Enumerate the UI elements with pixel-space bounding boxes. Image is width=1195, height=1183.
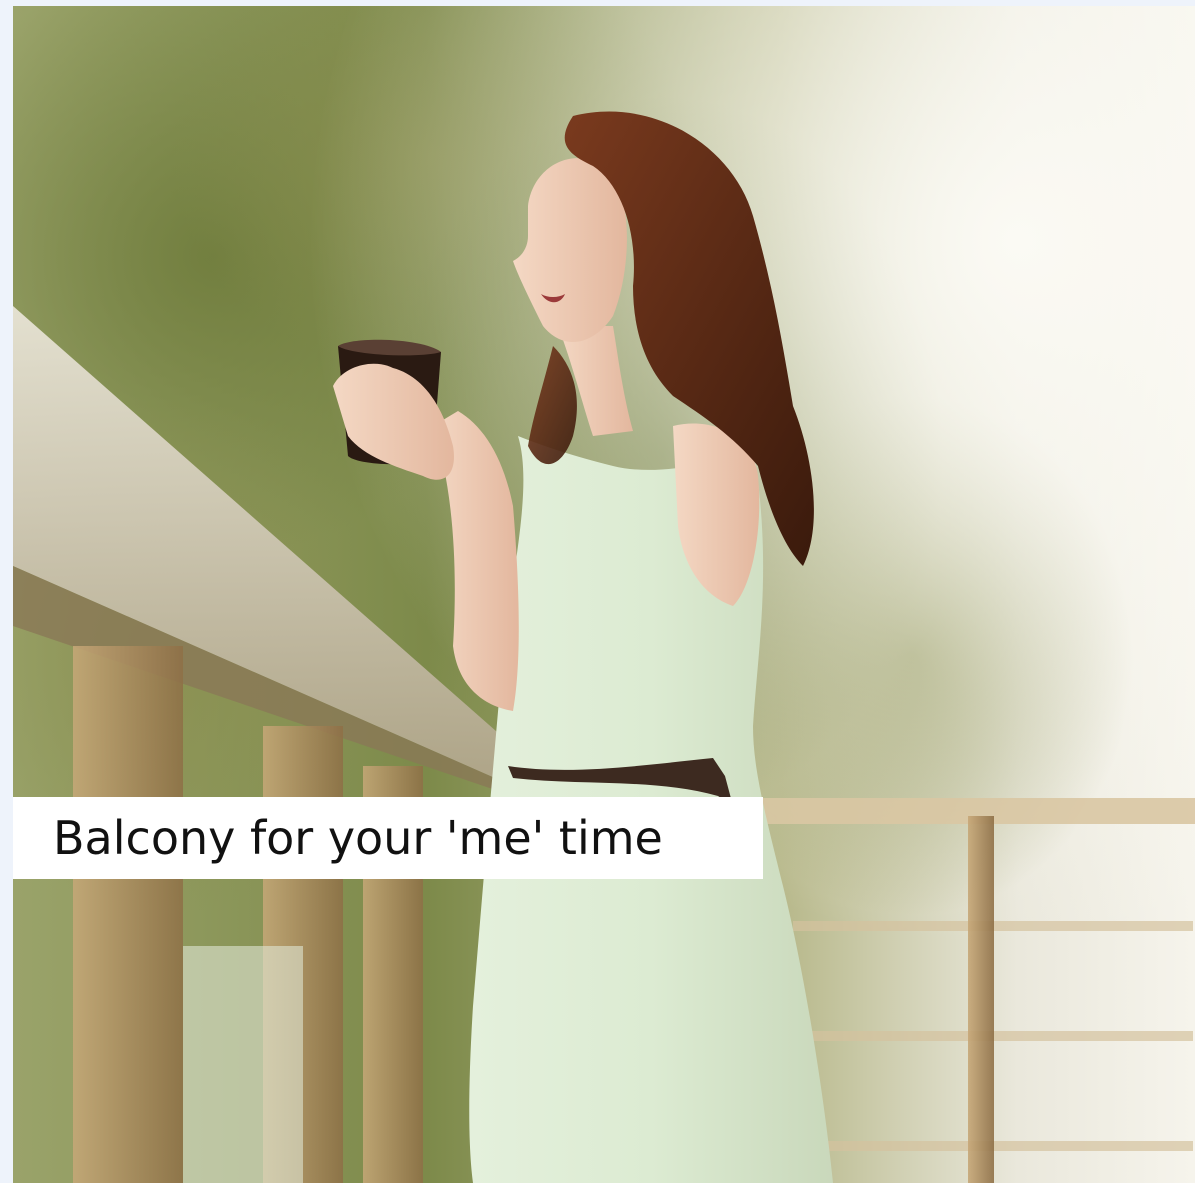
caption-banner: Balcony for your 'me' time <box>13 797 763 879</box>
caption-title: Balcony for your 'me' time <box>53 811 663 865</box>
card-frame: Balcony for your 'me' time <box>0 0 1195 1183</box>
balcony-photo <box>13 6 1195 1183</box>
photo-illustration <box>13 6 1195 1183</box>
